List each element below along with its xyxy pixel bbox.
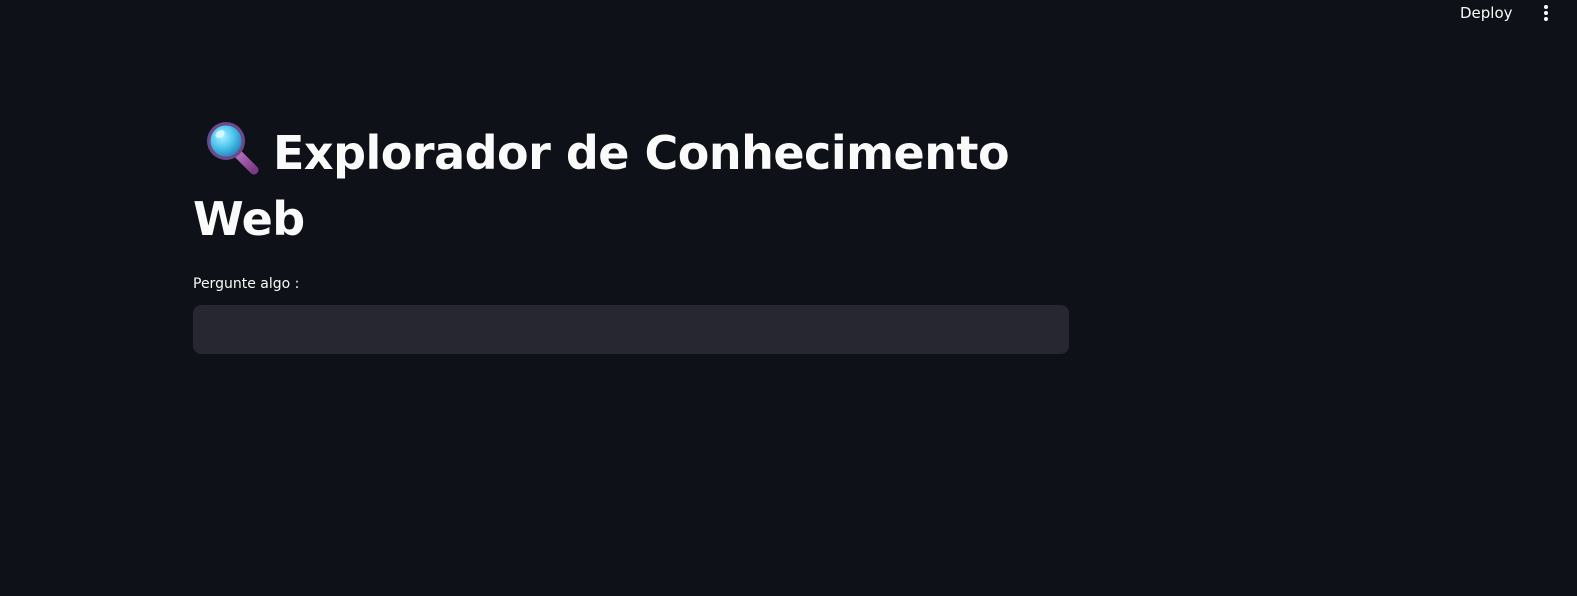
vertical-ellipsis-icon (1544, 5, 1548, 21)
main-menu-button[interactable] (1537, 2, 1555, 24)
app-window: Deploy Explorador de Conhecimento Web Pe… (0, 0, 1577, 596)
question-input[interactable] (193, 305, 1069, 354)
question-field-label: Pergunte algo : (193, 276, 300, 292)
page-title-text: Explorador de Conhecimento Web (193, 126, 1010, 246)
page-title: Explorador de Conhecimento Web (193, 117, 1053, 252)
magnifying-glass-icon (201, 117, 261, 177)
deploy-button[interactable]: Deploy (1451, 2, 1522, 24)
top-toolbar: Deploy (0, 0, 1577, 26)
